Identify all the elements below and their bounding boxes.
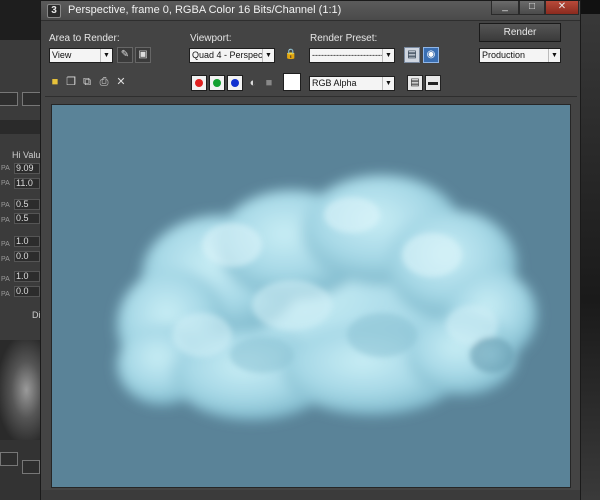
value-field[interactable]: 1.0 xyxy=(14,271,40,282)
value-field[interactable]: 11.0 xyxy=(14,178,40,189)
value-field[interactable]: 9.09 xyxy=(14,163,40,174)
viewport-label: Viewport: xyxy=(190,33,232,44)
minimize-button[interactable]: _ xyxy=(491,1,519,15)
render-preset-dropdown[interactable]: ---------------------------- ▼ xyxy=(309,48,395,63)
print-image-button[interactable]: ⎙ xyxy=(98,76,110,88)
auto-region-button[interactable]: ▣ xyxy=(135,47,151,63)
background-app-panel: Hi Valu PA 9.09 PA 11.0 PA 0.5 PA 0.5 PA… xyxy=(0,0,44,500)
area-to-render-dropdown[interactable]: View ▼ xyxy=(49,48,113,63)
save-image-button[interactable]: ■ xyxy=(49,76,61,88)
toggle-overlay-icon: ▤ xyxy=(410,77,420,88)
clone-icon: ⧉ xyxy=(83,76,91,88)
close-button[interactable]: ✕ xyxy=(545,1,579,15)
background-button[interactable] xyxy=(22,92,42,106)
window-title: Perspective, frame 0, RGBA Color 16 Bits… xyxy=(68,4,342,16)
pa-label: PA xyxy=(1,276,10,283)
pa-label: PA xyxy=(1,217,10,224)
copy-icon: ❐ xyxy=(66,76,76,88)
pa-label: PA xyxy=(1,202,10,209)
render-preset-label: Render Preset: xyxy=(310,33,378,44)
blue-channel-toggle[interactable] xyxy=(227,75,243,91)
render-setup-icon: ◉ xyxy=(426,49,436,60)
chevron-down-icon: ▼ xyxy=(382,49,394,62)
chevron-down-icon: ▼ xyxy=(100,49,112,62)
environment-icon: ▤ xyxy=(407,49,417,60)
viewport-dropdown[interactable]: Quad 4 - Perspec ▼ xyxy=(189,48,275,63)
value-field[interactable]: 0.0 xyxy=(14,286,40,297)
background-button[interactable] xyxy=(0,452,18,466)
value-field[interactable]: 0.0 xyxy=(14,251,40,262)
pa-label: PA xyxy=(1,241,10,248)
render-mode-value: Production xyxy=(482,50,526,60)
lock-icon: 🔒 xyxy=(284,49,298,60)
lock-viewport-button[interactable]: 🔒 xyxy=(283,47,299,63)
maximize-button[interactable]: □ xyxy=(519,1,545,15)
red-channel-icon xyxy=(195,79,203,87)
background-app-tab xyxy=(580,0,600,14)
area-to-render-value: View xyxy=(52,50,72,60)
clear-image-button[interactable]: ✕ xyxy=(115,76,127,88)
area-to-render-label: Area to Render: xyxy=(49,33,120,44)
render-button[interactable]: Render xyxy=(479,23,561,42)
toggle-ui-overlay-button[interactable]: ▤ xyxy=(407,75,423,91)
mono-button[interactable]: ■ xyxy=(263,77,275,89)
rendered-cloud-image xyxy=(52,105,570,487)
display-alpha-button[interactable]: ◐ xyxy=(247,77,259,89)
background-image-thumbnail xyxy=(0,340,44,440)
toggle-ui-button[interactable]: ▬ xyxy=(425,75,441,91)
background-button[interactable] xyxy=(22,460,40,474)
background-rollout-bar xyxy=(0,120,44,134)
background-app-right-edge xyxy=(580,0,600,500)
clone-window-button[interactable]: ⧉ xyxy=(81,76,93,88)
value-field[interactable]: 0.5 xyxy=(14,213,40,224)
green-channel-icon xyxy=(213,79,221,87)
color-swatch[interactable] xyxy=(283,73,301,91)
print-icon: ⎙ xyxy=(99,76,109,88)
channel-display-value: RGB Alpha xyxy=(312,78,357,88)
value-field[interactable]: 1.0 xyxy=(14,236,40,247)
channel-display-dropdown[interactable]: RGB Alpha ▼ xyxy=(309,76,395,91)
environment-button[interactable]: ▤ xyxy=(404,47,420,63)
window-titlebar[interactable]: 3 Perspective, frame 0, RGBA Color 16 Bi… xyxy=(41,1,580,21)
blue-channel-icon xyxy=(231,79,239,87)
chevron-down-icon: ▼ xyxy=(548,49,560,62)
value-field[interactable]: 0.5 xyxy=(14,199,40,210)
rendered-image-viewport[interactable] xyxy=(51,104,571,488)
pa-label: PA xyxy=(1,256,10,263)
copy-image-button[interactable]: ❐ xyxy=(65,76,77,88)
toggle-ui-icon: ▬ xyxy=(428,77,438,88)
pa-label: PA xyxy=(1,180,10,187)
clear-icon: ✕ xyxy=(116,76,126,88)
auto-region-icon: ▣ xyxy=(138,49,148,60)
chevron-down-icon: ▼ xyxy=(382,77,394,90)
render-setup-button[interactable]: ◉ xyxy=(423,47,439,63)
pa-label: PA xyxy=(1,291,10,298)
render-mode-dropdown[interactable]: Production ▼ xyxy=(479,48,561,63)
edit-region-button[interactable]: ✎ xyxy=(117,47,133,63)
toolbar-divider xyxy=(45,96,577,97)
background-app-header xyxy=(0,0,44,40)
rendered-frame-window: 3 Perspective, frame 0, RGBA Color 16 Bi… xyxy=(40,0,581,500)
viewport-value: Quad 4 - Perspec xyxy=(192,50,263,60)
hi-value-label: Hi Valu xyxy=(12,150,41,160)
green-channel-toggle[interactable] xyxy=(209,75,225,91)
display-alpha-icon: ◐ xyxy=(249,77,257,89)
mono-icon: ■ xyxy=(265,77,273,89)
edit-region-icon: ✎ xyxy=(120,49,130,60)
app-logo-icon: 3 xyxy=(47,4,61,18)
save-icon: ■ xyxy=(51,76,59,88)
background-button[interactable] xyxy=(0,92,18,106)
chevron-down-icon: ▼ xyxy=(262,49,274,62)
window-bottom-edge xyxy=(41,490,580,500)
pa-label: PA xyxy=(1,165,10,172)
red-channel-toggle[interactable] xyxy=(191,75,207,91)
